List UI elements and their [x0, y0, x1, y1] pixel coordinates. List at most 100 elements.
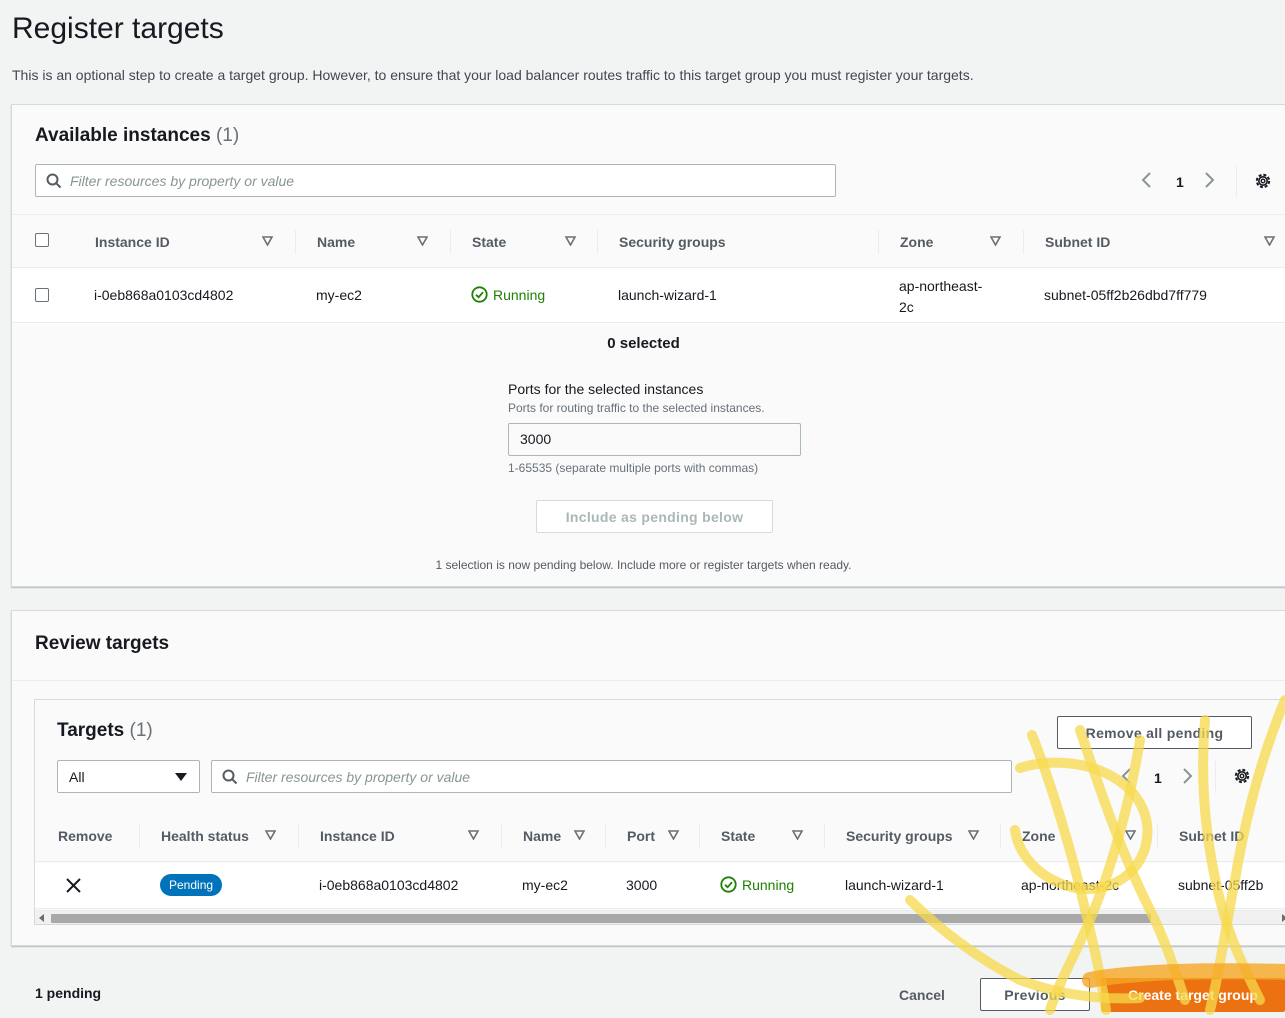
targets-heading: Targets	[57, 720, 125, 741]
check-circle-icon	[471, 286, 488, 303]
available-instances-count: (1)	[215, 125, 240, 146]
pending-count: 1 pending	[35, 985, 102, 1001]
available-table-header: Instance ID Name State Security groups Z…	[12, 215, 1285, 268]
pending-badge: Pending	[160, 874, 223, 896]
filter-select-value: All	[69, 768, 85, 785]
gear-icon[interactable]	[1254, 172, 1272, 190]
include-as-pending-button[interactable]: Include as pending below	[536, 500, 773, 533]
ports-input[interactable]: 3000	[508, 423, 801, 456]
remove-all-pending-button[interactable]: Remove all pending	[1057, 716, 1252, 749]
col-subnet-id[interactable]: Subnet ID	[1179, 809, 1244, 862]
targets-search-input[interactable]: Filter resources by property or value	[211, 760, 1012, 793]
available-pagination: 1	[1140, 171, 1216, 192]
scroll-left-icon[interactable]	[39, 914, 45, 922]
pending-note: 1 selection is now pending below. Includ…	[435, 558, 852, 572]
col-instance-id[interactable]: Instance ID	[320, 809, 395, 862]
security-groups-cell: launch-wizard-1	[845, 877, 944, 893]
zone-cell: ap-northeast- 2c	[899, 276, 982, 318]
targets-table-header: Remove Health status Instance ID Name Po…	[35, 809, 1285, 862]
state-label: Running	[742, 876, 795, 893]
sort-down-icon[interactable]	[968, 830, 979, 840]
sort-down-icon[interactable]	[262, 236, 273, 246]
sort-down-icon[interactable]	[1125, 830, 1136, 840]
port-cell: 3000	[626, 877, 658, 893]
col-state[interactable]: State	[472, 215, 506, 268]
targets-pagination: 1	[1120, 767, 1194, 788]
col-security-groups[interactable]: Security groups	[619, 215, 726, 268]
chevron-right-icon[interactable]	[1182, 767, 1194, 788]
sort-down-icon[interactable]	[417, 236, 428, 246]
col-security-groups[interactable]: Security groups	[846, 809, 953, 862]
sort-down-icon[interactable]	[265, 830, 276, 840]
col-state[interactable]: State	[721, 809, 755, 862]
ports-hint: 1-65535 (separate multiple ports with co…	[508, 461, 759, 475]
scroll-right-icon[interactable]	[1281, 914, 1285, 922]
targets-table-container: Targets (1) Remove all pending All Filte…	[34, 699, 1285, 925]
sort-down-icon[interactable]	[668, 830, 679, 840]
available-search-input[interactable]: Filter resources by property or value	[35, 164, 836, 197]
instance-id-cell: i-0eb868a0103cd4802	[94, 287, 234, 303]
close-icon[interactable]	[66, 878, 81, 893]
subnet-id-cell: subnet-05ff2b26dbd7ff779	[1044, 287, 1207, 303]
col-name[interactable]: Name	[523, 809, 561, 862]
available-instances-header: Available instances (1) Filter resources…	[12, 105, 1285, 215]
col-zone[interactable]: Zone	[900, 215, 933, 268]
search-placeholder: Filter resources by property or value	[70, 172, 295, 189]
table-row[interactable]: Pending i-0eb868a0103cd4802 my-ec2 3000 …	[35, 863, 1285, 909]
table-row[interactable]: i-0eb868a0103cd4802 my-ec2 Running launc…	[12, 268, 1285, 323]
check-circle-icon	[720, 876, 737, 893]
gear-icon[interactable]	[1233, 767, 1251, 785]
page-title: Register targets	[12, 12, 224, 45]
chevron-left-icon[interactable]	[1140, 171, 1154, 192]
search-icon	[222, 769, 238, 784]
previous-button[interactable]: Previous	[980, 978, 1090, 1011]
col-zone[interactable]: Zone	[1022, 809, 1055, 862]
col-instance-id[interactable]: Instance ID	[95, 215, 170, 268]
col-remove: Remove	[58, 827, 113, 844]
available-instances-heading: Available instances	[35, 125, 211, 146]
subnet-id-cell: subnet-05ff2b	[1178, 877, 1264, 893]
create-target-group-button[interactable]: Create target group	[1101, 978, 1285, 1012]
row-checkbox[interactable]	[35, 288, 49, 302]
sort-down-icon[interactable]	[565, 236, 576, 246]
col-health-status[interactable]: Health status	[161, 809, 249, 862]
name-cell: my-ec2	[316, 287, 362, 303]
sort-down-icon[interactable]	[792, 830, 803, 840]
col-port[interactable]: Port	[627, 809, 655, 862]
health-status-cell: Pending	[160, 874, 223, 896]
filter-select[interactable]: All	[57, 760, 200, 793]
instance-id-cell: i-0eb868a0103cd4802	[319, 877, 459, 893]
search-icon	[46, 173, 62, 188]
col-name[interactable]: Name	[317, 215, 355, 268]
targets-count: (1)	[129, 720, 153, 741]
caret-down-icon	[175, 773, 187, 781]
search-placeholder: Filter resources by property or value	[246, 768, 471, 785]
review-targets-panel: Review targets Targets (1) Remove all pe…	[11, 610, 1285, 946]
state-cell: Running	[471, 286, 545, 303]
state-label: Running	[493, 286, 546, 303]
page-number[interactable]: 1	[1154, 770, 1162, 786]
security-groups-cell: launch-wizard-1	[618, 287, 717, 303]
select-all-checkbox[interactable]	[35, 233, 49, 247]
sort-down-icon[interactable]	[990, 236, 1001, 246]
page-description: This is an optional step to create a tar…	[12, 67, 974, 83]
horizontal-scrollbar[interactable]	[35, 910, 1285, 924]
sort-down-icon[interactable]	[468, 830, 479, 840]
selected-count: 0 selected	[607, 335, 680, 352]
sort-down-icon[interactable]	[1264, 236, 1275, 246]
ports-label: Ports for the selected instances	[508, 381, 704, 397]
chevron-right-icon[interactable]	[1204, 171, 1216, 192]
page-number[interactable]: 1	[1176, 174, 1184, 190]
sort-down-icon[interactable]	[574, 830, 585, 840]
zone-line-1: ap-northeast-	[899, 278, 983, 294]
chevron-left-icon[interactable]	[1120, 767, 1134, 788]
scrollbar-thumb[interactable]	[51, 914, 1151, 923]
zone-line-2: 2c	[899, 299, 914, 315]
ports-description: Ports for routing traffic to the selecte…	[508, 401, 765, 415]
col-subnet-id[interactable]: Subnet ID	[1045, 215, 1110, 268]
state-cell: Running	[720, 876, 794, 893]
cancel-button[interactable]: Cancel	[880, 978, 964, 1011]
review-targets-title: Review targets	[35, 633, 170, 654]
name-cell: my-ec2	[522, 877, 568, 893]
zone-cell: ap-northeast-2c	[1021, 877, 1120, 893]
